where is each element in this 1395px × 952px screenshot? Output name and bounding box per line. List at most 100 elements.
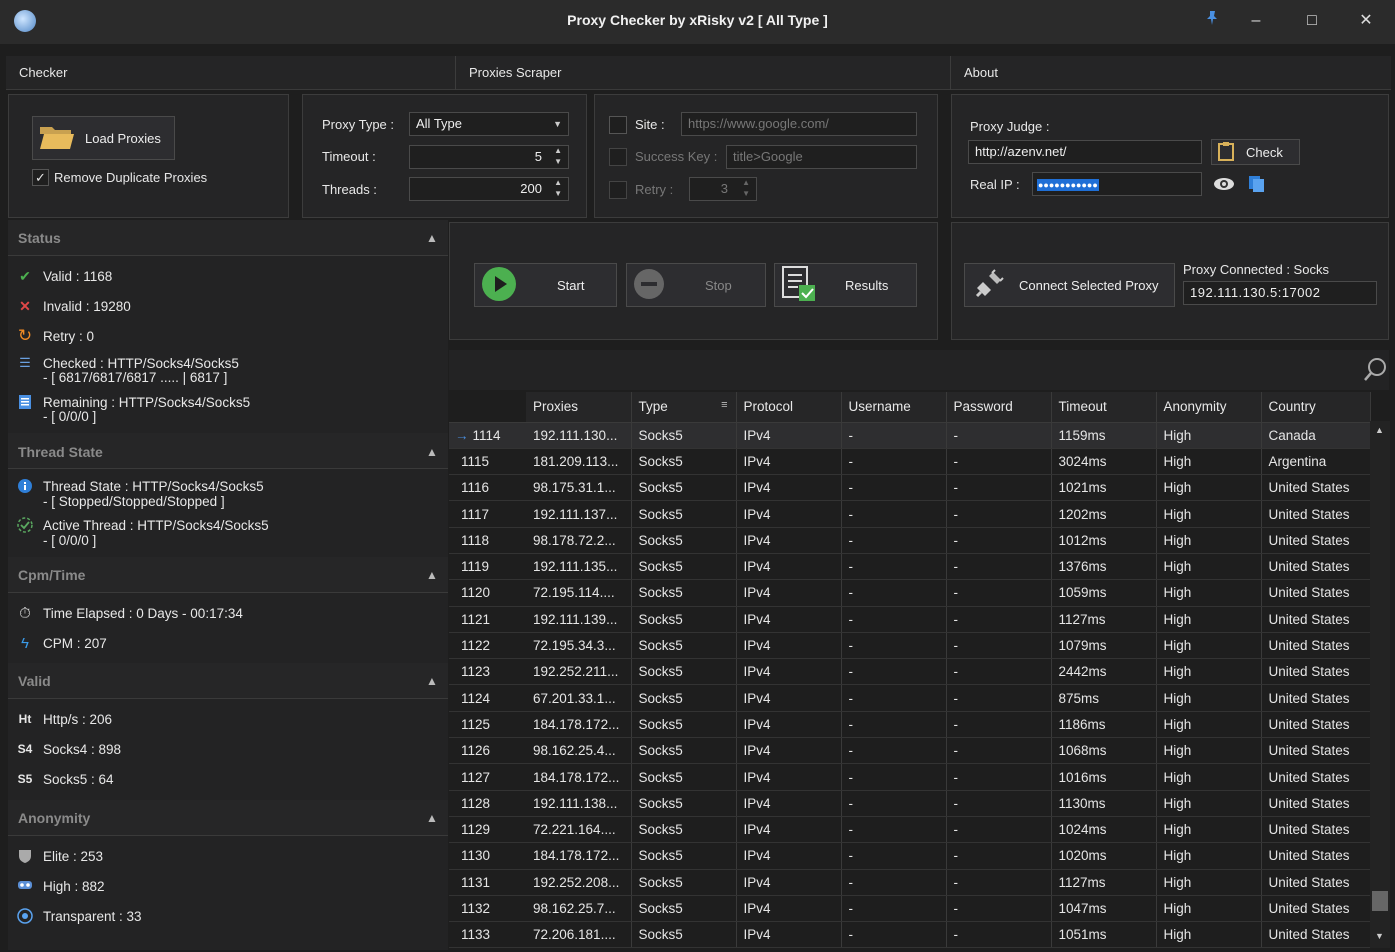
grid-scrollbar[interactable]: ▲ ▼	[1370, 421, 1390, 948]
table-cell: High	[1156, 816, 1262, 844]
table-row[interactable]: 1132 98.162.25.7... Socks5 IPv4- -1047ms High…	[449, 895, 1371, 923]
table-cell: 184.178.172...	[526, 711, 632, 739]
search-icon[interactable]	[1364, 357, 1388, 386]
table-cell: 181.209.113...	[526, 448, 632, 476]
table-row[interactable]: 1128 192.111.138... Socks5 IPv4- -1130ms High…	[449, 790, 1371, 817]
table-cell: IPv4	[736, 606, 842, 633]
tab-proxies-scraper[interactable]: Proxies Scraper	[456, 56, 951, 90]
sort-icon[interactable]: ≡	[721, 399, 727, 411]
chevron-up-icon[interactable]: ▲	[426, 568, 438, 582]
table-row[interactable]: 1131 192.252.208... Socks5 IPv4- -1127ms High…	[449, 869, 1371, 896]
scrollbar-thumb[interactable]	[1372, 891, 1388, 911]
table-cell: High	[1156, 422, 1262, 449]
table-row[interactable]: 1118 98.178.72.2... Socks5 IPv4- -1012ms High…	[449, 527, 1371, 554]
table-cell: 1068ms	[1051, 737, 1157, 765]
table-row[interactable]: → 1114 192.111.130... Socks5 IPv4- -1159ms Hig…	[449, 422, 1371, 449]
table-cell: IPv4	[736, 658, 842, 686]
success-key-checkbox[interactable]	[609, 148, 627, 166]
table-cell: -	[841, 684, 947, 712]
tab-checker[interactable]: Checker	[6, 56, 456, 90]
table-row[interactable]: 1121 192.111.139... Socks5 IPv4- -1127ms High…	[449, 606, 1371, 633]
column-header[interactable]	[449, 392, 526, 423]
column-header[interactable]: Proxies	[526, 392, 632, 423]
check-button[interactable]: Check	[1211, 139, 1300, 165]
table-cell: Socks5	[631, 816, 737, 844]
threads-spinner[interactable]: 200 ▲ ▼	[409, 177, 569, 201]
table-row[interactable]: 1127 184.178.172... Socks5 IPv4- -1016ms High…	[449, 763, 1371, 791]
copy-icon[interactable]	[1248, 175, 1266, 196]
eye-icon[interactable]	[1213, 175, 1235, 196]
proxy-connected-field[interactable]: 192.111.130.5:17002	[1183, 281, 1377, 305]
column-header[interactable]: Country	[1261, 392, 1371, 423]
row-number: 1124	[449, 684, 526, 712]
table-row[interactable]: 1133 72.206.181.... Socks5 IPv4- -1051ms High…	[449, 921, 1371, 949]
maximize-button[interactable]: □	[1297, 10, 1327, 32]
column-header[interactable]: Password	[946, 392, 1052, 423]
scroll-up-arrow-icon[interactable]: ▲	[1375, 425, 1384, 435]
site-checkbox[interactable]	[609, 116, 627, 134]
chevron-up-icon[interactable]: ▲	[426, 811, 438, 825]
table-row[interactable]: 1130 184.178.172... Socks5 IPv4- -1020ms High…	[449, 842, 1371, 870]
proxies-grid[interactable]: Proxies Type ≡ Protocol Username Password Time…	[449, 392, 1389, 950]
table-cell: -	[946, 579, 1052, 607]
retry-checkbox[interactable]	[609, 181, 627, 199]
table-row[interactable]: 1116 98.175.31.1... Socks5 IPv4- -1021ms High…	[449, 474, 1371, 502]
table-row[interactable]: 1120 72.195.114.... Socks5 IPv4- -1059ms High…	[449, 579, 1371, 607]
scroll-down-arrow-icon[interactable]: ▼	[1375, 931, 1384, 941]
table-row[interactable]: 1123 192.252.211... Socks5 IPv4- -2442ms High…	[449, 658, 1371, 686]
column-header[interactable]: Protocol	[736, 392, 842, 423]
remove-duplicate-checkbox[interactable]: ✓	[32, 169, 49, 186]
real-ip-input[interactable]: ●●●●●●●●●●●	[1032, 172, 1202, 196]
checklist-icon: ☰	[19, 355, 31, 370]
column-header[interactable]: Type ≡	[631, 392, 737, 423]
table-row[interactable]: 1124 67.201.33.1... Socks5 IPv4- -875ms High U…	[449, 684, 1371, 712]
start-button[interactable]: Start	[474, 263, 617, 307]
table-cell: 1159ms	[1051, 422, 1157, 449]
retry-spinner[interactable]: 3 ▲ ▼	[689, 177, 757, 201]
results-button[interactable]: Results	[774, 263, 917, 307]
table-row[interactable]: 1119 192.111.135... Socks5 IPv4- -1376ms High…	[449, 553, 1371, 581]
chevron-up-icon[interactable]: ▲	[426, 231, 438, 245]
tab-about[interactable]: About	[951, 56, 1391, 90]
table-cell: -	[841, 422, 947, 449]
column-header[interactable]: Username	[841, 392, 947, 423]
chevron-up-icon[interactable]: ▲	[426, 674, 438, 688]
load-proxies-button[interactable]: Load Proxies	[32, 116, 175, 160]
status-section-header[interactable]	[8, 220, 448, 256]
proxy-judge-input[interactable]: http://azenv.net/	[968, 140, 1202, 164]
timeout-spinner[interactable]: 5 ▲ ▼	[409, 145, 569, 169]
spinner-arrows-icon[interactable]: ▲ ▼	[554, 145, 562, 167]
column-header[interactable]: Anonymity	[1156, 392, 1262, 423]
stop-button[interactable]: Stop	[626, 263, 766, 307]
threads-label: Threads :	[322, 182, 377, 197]
column-header[interactable]: Timeout	[1051, 392, 1157, 423]
success-key-input[interactable]: title>Google	[726, 145, 917, 169]
table-cell: 1127ms	[1051, 869, 1157, 896]
check-label: Check	[1246, 144, 1283, 160]
chevron-up-icon[interactable]: ▲	[426, 445, 438, 459]
table-row[interactable]: 1125 184.178.172... Socks5 IPv4- -1186ms High…	[449, 711, 1371, 739]
table-row[interactable]: 1129 72.221.164.... Socks5 IPv4- -1024ms High…	[449, 816, 1371, 844]
row-number: 1132	[449, 895, 526, 923]
table-row[interactable]: 1122 72.195.34.3... Socks5 IPv4- -1079ms High…	[449, 632, 1371, 660]
table-row[interactable]: 1117 192.111.137... Socks5 IPv4- -1202ms High…	[449, 500, 1371, 528]
thread-state-detail: - [ Stopped/Stopped/Stopped ]	[43, 494, 225, 509]
valid-socks5: S5 Socks5 : 64	[17, 771, 114, 787]
table-cell: IPv4	[736, 500, 842, 528]
proxy-type-select[interactable]: All Type ▼	[409, 112, 569, 136]
table-cell: 184.178.172...	[526, 763, 632, 791]
table-row[interactable]: 1126 98.162.25.4... Socks5 IPv4- -1068ms High…	[449, 737, 1371, 765]
table-cell: 1051ms	[1051, 921, 1157, 949]
connect-selected-proxy-button[interactable]: Connect Selected Proxy	[964, 263, 1175, 307]
spinner-arrows-icon[interactable]: ▲ ▼	[554, 177, 562, 199]
spinner-arrows-icon[interactable]: ▲ ▼	[742, 177, 750, 199]
table-cell: Socks5	[631, 737, 737, 765]
close-button[interactable]: ✕	[1351, 10, 1381, 32]
table-row[interactable]: 1115 181.209.113... Socks5 IPv4- -3024ms High…	[449, 448, 1371, 476]
minimize-button[interactable]: –	[1241, 10, 1271, 32]
table-cell: High	[1156, 448, 1262, 476]
pin-icon[interactable]	[1197, 10, 1227, 32]
site-input[interactable]: https://www.google.com/	[681, 112, 917, 136]
valid-section-header[interactable]	[8, 663, 448, 699]
search-bar[interactable]	[449, 350, 1389, 390]
